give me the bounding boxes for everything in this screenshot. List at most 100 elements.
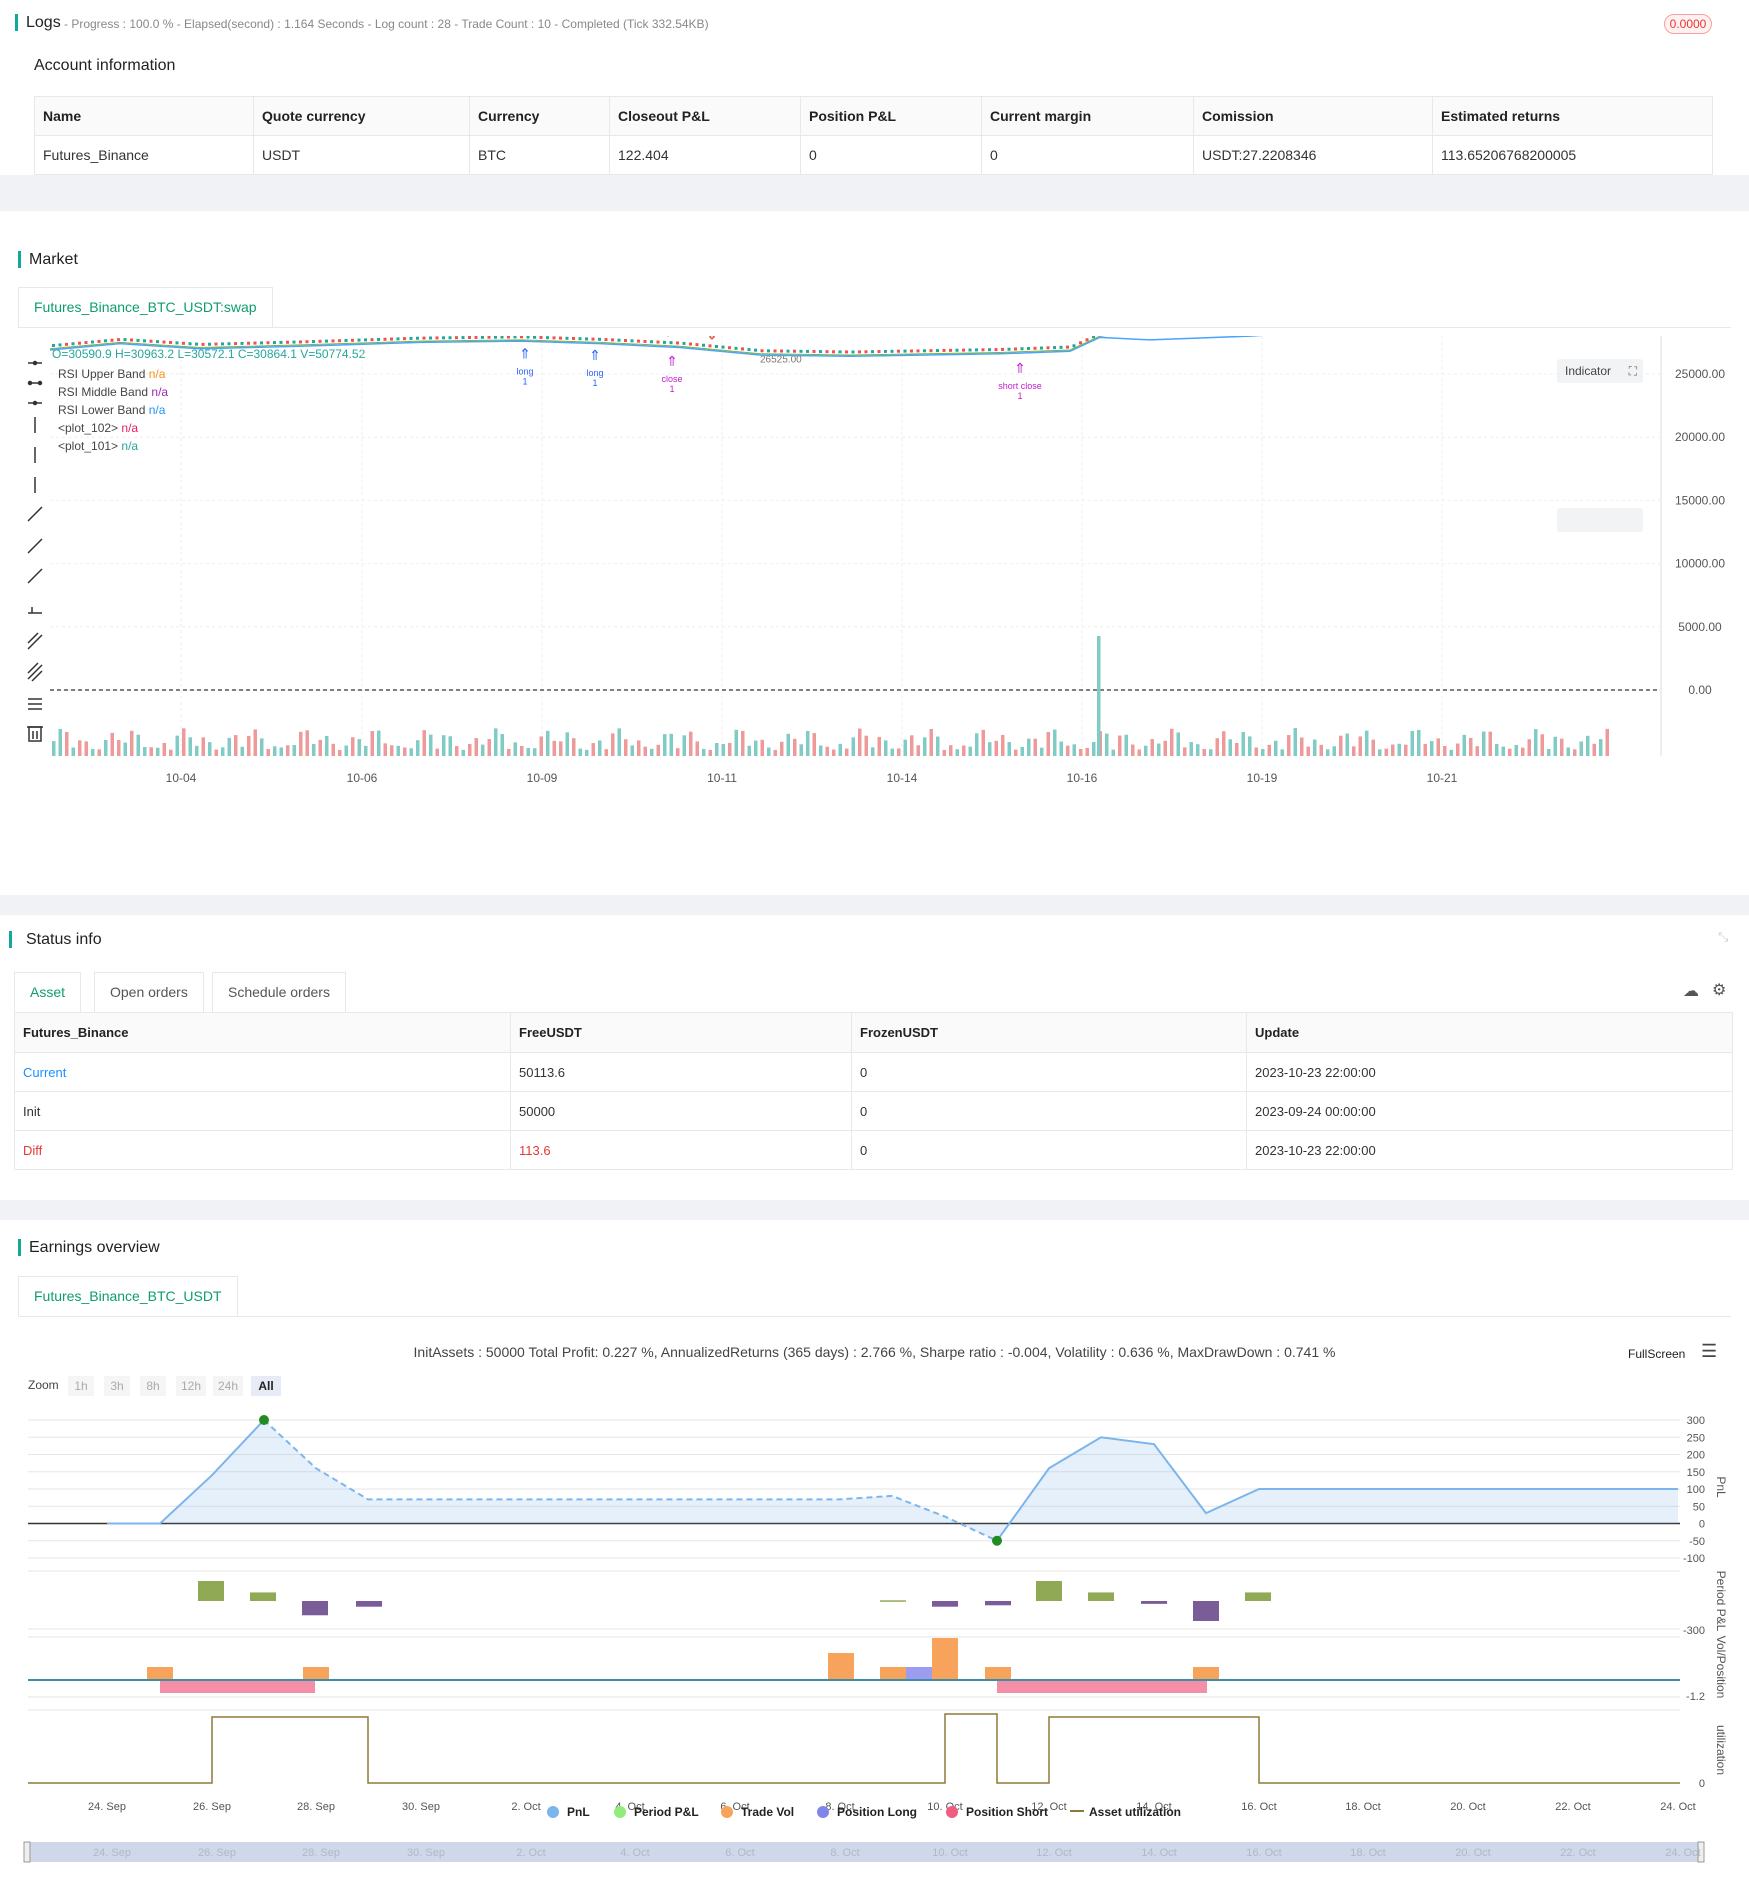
candle (916, 349, 920, 353)
candle (611, 338, 614, 342)
volume-bar (1079, 748, 1083, 756)
candle (890, 349, 894, 353)
lower-band-line (49, 336, 1264, 358)
candle (325, 339, 328, 343)
volume-bar (247, 735, 251, 756)
status-title-bar (9, 931, 12, 948)
candle (500, 336, 504, 339)
legend-item[interactable]: <plot_101> n/a (58, 439, 138, 453)
volume-bar (208, 742, 212, 756)
zoom-all[interactable]: All (251, 1376, 281, 1396)
volume-bar (1586, 735, 1590, 756)
volume-bar (884, 740, 888, 756)
logs-section: Logs - Progress : 100.0 % - Elapsed(seco… (0, 0, 1749, 175)
volume-bar (1560, 738, 1564, 756)
candle (819, 350, 822, 354)
menu-icon[interactable]: ☰ (1701, 1341, 1717, 1362)
volume-bar (877, 736, 881, 756)
legend-item[interactable]: RSI Middle Band n/a (58, 385, 168, 399)
asset-row: Diff 113.6 0 2023-10-23 22:00:00 (14, 1130, 1733, 1170)
asset-table: Futures_Binance FreeUSDT FrozenUSDT Upda… (14, 1012, 1733, 1170)
candle (864, 350, 868, 354)
navigator-tick-label: 24. Oct (1665, 1847, 1700, 1859)
asset-cell: 113.6 (510, 1130, 852, 1170)
candle (669, 341, 673, 345)
candle (1053, 346, 1056, 350)
pnl-tick-label: 300 (1687, 1415, 1705, 1427)
account-th-quote: Quote currency (253, 96, 470, 136)
volume-bar (1605, 728, 1609, 756)
asset-cell: Diff (14, 1130, 511, 1170)
candle (1066, 345, 1069, 349)
zoom-1h[interactable]: 1h (68, 1376, 94, 1396)
candle (234, 342, 237, 346)
volume-bar (474, 738, 478, 756)
tab-asset[interactable]: Asset (14, 972, 82, 1012)
candle (955, 348, 959, 352)
tab-open-orders[interactable]: Open orders (94, 972, 204, 1012)
candle (273, 341, 276, 345)
x-tick-label: 2. Oct (511, 1801, 540, 1813)
volume-bar (871, 747, 875, 756)
candle (299, 340, 302, 344)
x-tick-label: 10-11 (707, 771, 737, 785)
account-th-position: Position P&L (800, 96, 982, 136)
candle (780, 349, 783, 353)
candle (305, 340, 309, 344)
zoom-8h[interactable]: 8h (140, 1376, 166, 1396)
legend-item[interactable]: <plot_102> n/a (58, 421, 138, 435)
x-tick-label: 26. Sep (193, 1801, 231, 1813)
position-short-bar (160, 1680, 315, 1693)
volume-bar (780, 741, 784, 756)
volume-bar (942, 749, 946, 756)
legend-item[interactable]: RSI Lower Band n/a (58, 403, 165, 417)
earnings-tab[interactable]: Futures_Binance_BTC_USDT (18, 1276, 238, 1316)
volume-bar (1001, 734, 1005, 756)
volume-bar (1150, 739, 1154, 756)
y-tick-label: 15000.00 (1675, 493, 1725, 507)
collapse-icon[interactable]: ⤡ (1718, 929, 1728, 945)
zoom-3h[interactable]: 3h (104, 1376, 130, 1396)
status-section: Status info ⤡ Asset Open orders Schedule… (0, 915, 1749, 1200)
indicator-button[interactable]: Indicator ⛶ (1557, 359, 1643, 383)
zoom-12h[interactable]: 12h (176, 1376, 206, 1396)
candle (84, 341, 88, 345)
volume-bar (565, 732, 569, 756)
earnings-chart[interactable]: 300 250 200 150 100 50 0 -50 -100 -300 -1.2 0 PnL Per… (0, 1405, 1749, 1885)
volume-bar (1482, 731, 1486, 756)
volume-bar (169, 749, 173, 756)
market-tab[interactable]: Futures_Binance_BTC_USDT:swap (18, 287, 273, 327)
x-tick-label: 10-04 (166, 771, 197, 785)
asset-cell: 2023-10-23 22:00:00 (1246, 1130, 1733, 1170)
legend-label: Asset utilization (1089, 1805, 1181, 1819)
fullscreen-button[interactable]: FullScreen (1628, 1347, 1685, 1361)
legend-item[interactable]: RSI Upper Band n/a (58, 367, 165, 381)
volume-bar (1202, 748, 1206, 756)
x-tick-label: 16. Oct (1241, 1801, 1276, 1813)
candle (968, 348, 972, 352)
candle (806, 349, 809, 353)
asset-cell: 2023-09-24 00:00:00 (1246, 1091, 1733, 1131)
cloud-download-icon[interactable]: ☁ (1683, 981, 1699, 1001)
volume-bar (669, 733, 673, 756)
zoom-24h[interactable]: 24h (213, 1376, 243, 1396)
volume-bar (695, 741, 699, 756)
gear-icon[interactable]: ⚙ (1712, 980, 1726, 1000)
signal-qty: 1 (522, 377, 527, 387)
legend-value: n/a (121, 439, 139, 453)
volume-bar (1358, 736, 1362, 756)
asset-cell: 50000 (510, 1091, 852, 1131)
period-bar (1193, 1601, 1219, 1621)
navigator-tick-label: 14. Oct (1141, 1847, 1176, 1859)
volume-bar (1020, 746, 1024, 756)
market-chart[interactable]: 0.00 5000.00 10000.00 15000.00 20000.00 25000… (0, 336, 1749, 856)
volume-bar (845, 748, 849, 756)
volume-bar (357, 739, 361, 756)
volume-bar (1196, 744, 1200, 756)
volume-bar (279, 747, 283, 756)
volume-bar (331, 743, 335, 756)
navigator-tick-label: 6. Oct (725, 1847, 754, 1859)
axis-title: Vol/Position (1714, 1636, 1728, 1699)
tab-schedule-orders[interactable]: Schedule orders (212, 972, 346, 1012)
volume-bar (1449, 749, 1453, 756)
